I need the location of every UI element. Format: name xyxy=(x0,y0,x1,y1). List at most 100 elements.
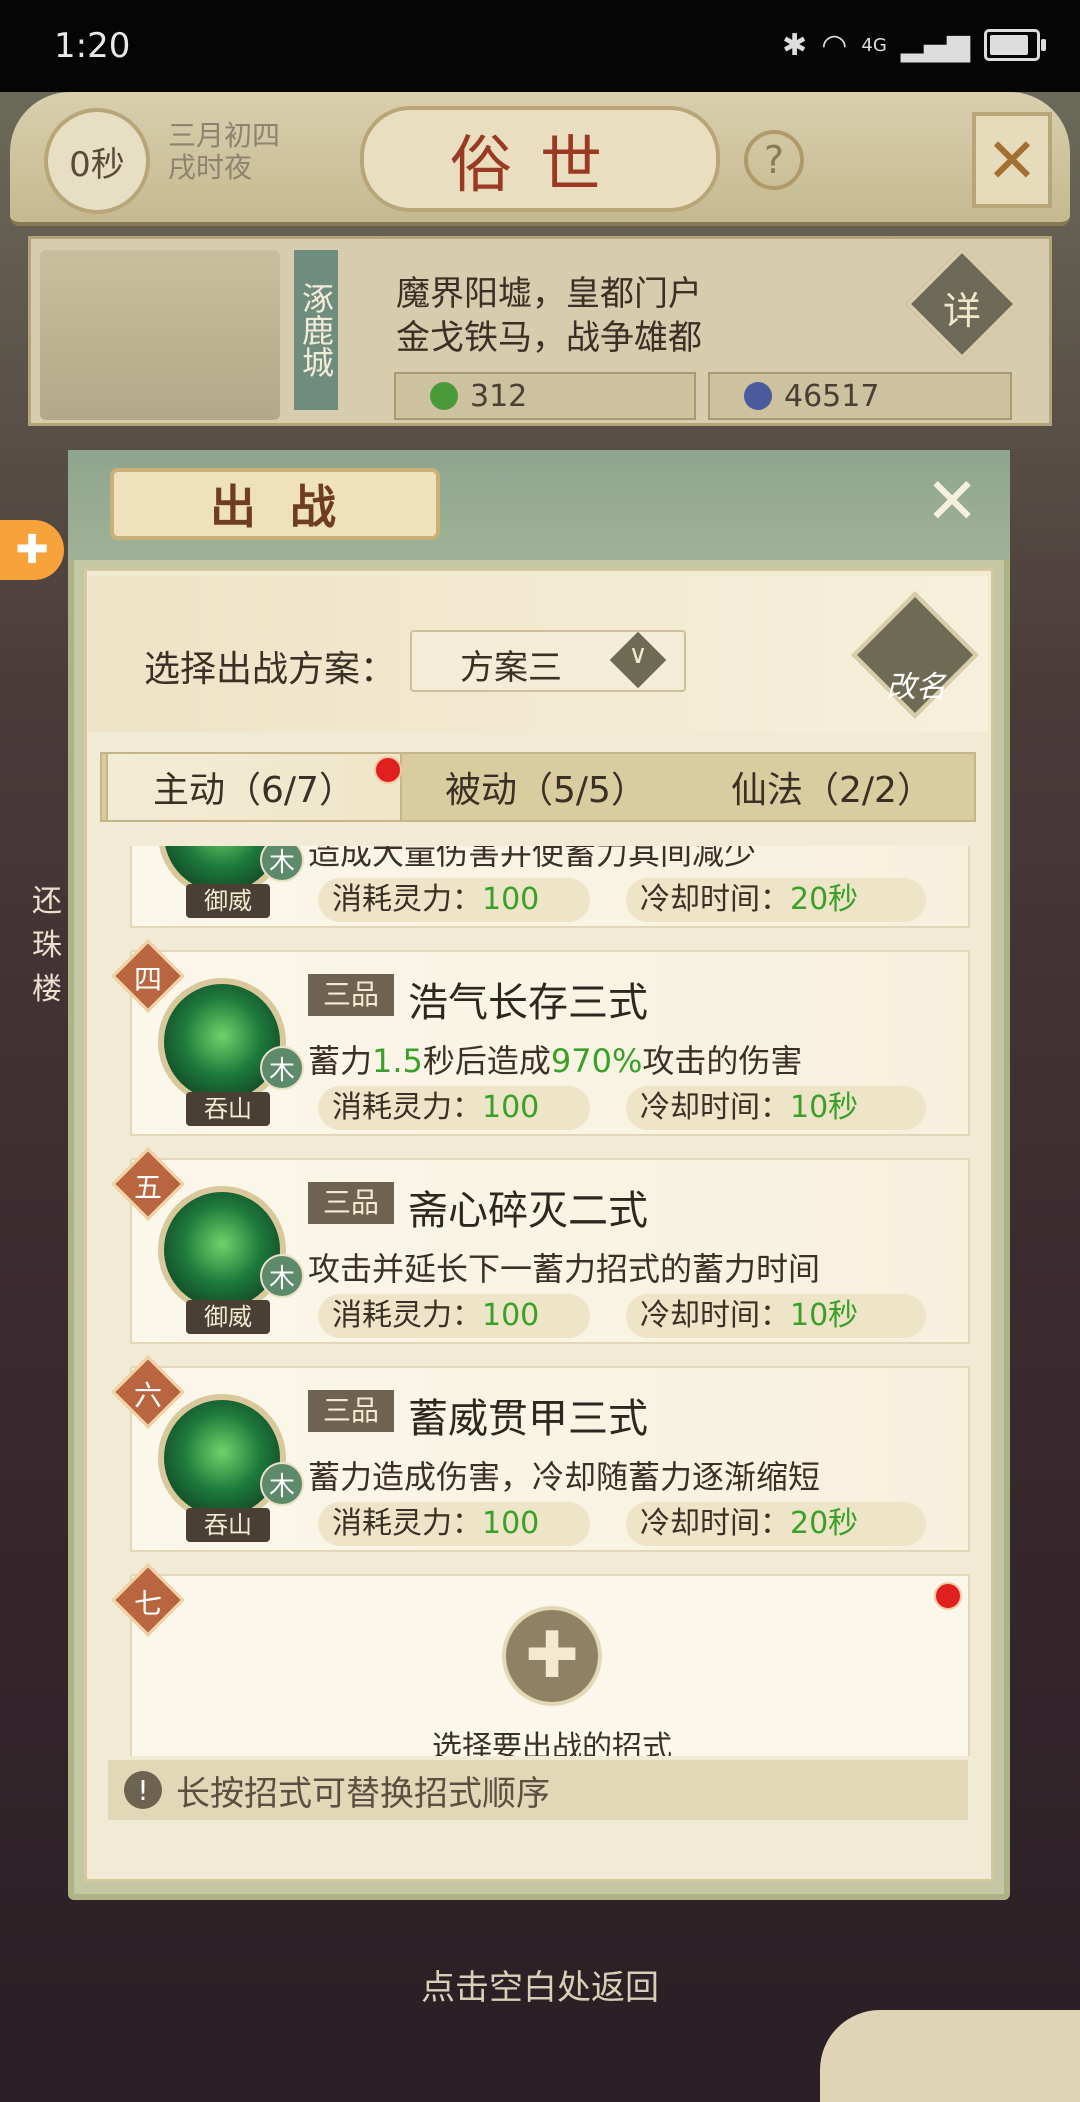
tab-active-label: 主动（6/7） xyxy=(153,770,355,811)
gamepad-icon: ✚ xyxy=(15,527,49,573)
skill-card[interactable]: 四 木 吞山 三品 浩气长存三式 蓄力1.5秒后造成970%攻击的伤害 消耗灵力… xyxy=(111,939,970,1136)
slot-number: 六 xyxy=(133,1379,162,1412)
skill-name: 蓄威贯甲三式 xyxy=(408,1396,648,1442)
cost-label: 消耗灵力： xyxy=(332,1506,482,1541)
skill-name: 斋心碎灭二式 xyxy=(408,1188,648,1234)
rename-label[interactable]: 改名 xyxy=(866,662,966,706)
grade-badge: 三品 xyxy=(308,1390,394,1432)
cd-value: 10秒 xyxy=(790,1090,859,1125)
sect-label: 吞山 xyxy=(186,1508,270,1542)
resource-coin: 46517 xyxy=(708,372,1012,420)
skill-icon xyxy=(158,978,286,1106)
status-icons: ✱ ◠ 4G ▂▄▆ xyxy=(782,22,1046,68)
empty-slot-label: 选择要出战的招式 xyxy=(432,1730,672,1756)
cd-label: 冷却时间： xyxy=(640,1506,790,1541)
desc-part: 攻击的伤害 xyxy=(642,1042,803,1080)
status-bar: 1:20 ✱ ◠ 4G ▂▄▆ xyxy=(0,0,1080,92)
battery-icon xyxy=(984,29,1046,61)
desc-value: 1.5 xyxy=(372,1042,423,1080)
date-line1: 三月初四 xyxy=(168,119,281,152)
element-badge: 木 xyxy=(260,1254,304,1298)
cd-value: 20秒 xyxy=(790,1506,859,1541)
tab-passive-skills[interactable]: 被动（5/5） xyxy=(404,752,688,822)
slot-number: 七 xyxy=(133,1587,162,1620)
status-time: 1:20 xyxy=(54,26,131,66)
tab-passive-label: 被动（5/5） xyxy=(445,770,647,811)
cd-label: 冷却时间： xyxy=(640,1090,790,1125)
sect-label: 御威 xyxy=(186,884,270,918)
desc-part: 蓄力 xyxy=(308,1042,373,1080)
empty-skill-slot[interactable]: 七 ✚ 选择要出战的招式 xyxy=(111,1563,970,1756)
cost-label: 消耗灵力： xyxy=(332,1090,482,1125)
skill-card[interactable]: 木 御威 造成大量伤害并使蓄力其间减少 消耗灵力：100 冷却时间：20秒 xyxy=(130,846,970,928)
skill-cooldown: 冷却时间：10秒 xyxy=(626,1294,926,1338)
add-skill-button[interactable]: ✚ xyxy=(502,1606,602,1706)
hint-text: 长按招式可替换招式顺序 xyxy=(176,1773,550,1814)
top-close-button[interactable]: ✕ xyxy=(972,112,1052,208)
side-building-label[interactable]: 还珠楼 xyxy=(32,880,72,1012)
element-badge: 木 xyxy=(260,1046,304,1090)
dialog-title: 出战 xyxy=(110,468,440,540)
cd-value: 10秒 xyxy=(790,1298,859,1333)
city-detail-label[interactable]: 详 xyxy=(922,280,1002,335)
close-icon: ✕ xyxy=(986,123,1038,197)
tab-spells-label: 仙法（2/2） xyxy=(731,770,933,811)
skill-cost: 消耗灵力：100 xyxy=(318,1086,590,1130)
city-desc-line2: 金戈铁马，战争雄都 xyxy=(396,318,702,358)
resource-jade-value: 312 xyxy=(470,378,528,414)
tab-spells[interactable]: 仙法（2/2） xyxy=(690,752,974,822)
skill-list[interactable]: 木 御威 造成大量伤害并使蓄力其间减少 消耗灵力：100 冷却时间：20秒 四 … xyxy=(100,846,976,1756)
tab-active-skills[interactable]: 主动（6/7） xyxy=(106,752,402,822)
coin-icon xyxy=(744,382,772,410)
skill-cost: 消耗灵力：100 xyxy=(318,1294,590,1338)
skill-desc: 蓄力1.5秒后造成970%攻击的伤害 xyxy=(308,1036,802,1082)
info-icon: ! xyxy=(124,1771,162,1809)
skill-desc: 造成大量伤害并使蓄力其间减少 xyxy=(308,846,757,872)
cost-value: 100 xyxy=(482,1298,540,1333)
cost-value: 100 xyxy=(482,1090,540,1125)
plan-label: 选择出战方案： xyxy=(144,649,397,690)
jade-icon xyxy=(430,382,458,410)
hint-bar: ! 长按招式可替换招式顺序 xyxy=(108,1760,968,1820)
resource-jade: 312 xyxy=(394,372,696,420)
skill-cost: 消耗灵力：100 xyxy=(318,878,590,922)
skill-cooldown: 冷却时间：20秒 xyxy=(626,1502,926,1546)
skill-icon xyxy=(158,1186,286,1314)
city-illustration xyxy=(40,250,280,420)
skill-cooldown: 冷却时间：20秒 xyxy=(626,878,926,922)
timer-badge: 0秒 xyxy=(44,108,150,214)
close-icon: ✕ xyxy=(925,465,979,539)
skill-card[interactable]: 六 木 吞山 三品 蓄威贯甲三式 蓄力造成伤害，冷却随蓄力逐渐缩短 消耗灵力：1… xyxy=(111,1355,970,1552)
cd-value: 20秒 xyxy=(790,882,859,917)
cost-value: 100 xyxy=(482,882,540,917)
element-badge: 木 xyxy=(260,1462,304,1506)
notification-dot xyxy=(934,1582,962,1610)
cd-label: 冷却时间： xyxy=(640,882,790,917)
city-desc-line1: 魔界阳墟，皇都门户 xyxy=(396,274,702,314)
signal-icon: ▂▄▆ xyxy=(900,27,970,63)
cd-label: 冷却时间： xyxy=(640,1298,790,1333)
plan-select-value[interactable]: 方案三 xyxy=(460,640,562,689)
help-icon[interactable]: ? xyxy=(744,130,804,190)
city-name: 涿鹿城 xyxy=(294,250,338,410)
notification-dot xyxy=(374,756,402,784)
grade-badge: 三品 xyxy=(308,974,394,1016)
date-text: 三月初四 戌时夜 xyxy=(168,120,308,184)
skill-cooldown: 冷却时间：10秒 xyxy=(626,1086,926,1130)
skill-icon xyxy=(158,1394,286,1522)
grade-badge: 三品 xyxy=(308,1182,394,1224)
dialog-close-button[interactable]: ✕ xyxy=(922,470,982,534)
sect-label: 御威 xyxy=(186,1300,270,1334)
signal-label: 4G xyxy=(861,34,887,56)
back-hint[interactable]: 点击空白处返回 xyxy=(0,1960,1080,2009)
bluetooth-icon: ✱ xyxy=(782,27,808,63)
skill-card[interactable]: 五 木 御威 三品 斋心碎灭二式 攻击并延长下一蓄力招式的蓄力时间 消耗灵力：1… xyxy=(111,1147,970,1344)
skill-desc: 蓄力造成伤害，冷却随蓄力逐渐缩短 xyxy=(308,1458,821,1496)
slot-number: 四 xyxy=(133,963,162,996)
skill-cost: 消耗灵力：100 xyxy=(318,1502,590,1546)
date-line2: 戌时夜 xyxy=(168,151,253,184)
cost-value: 100 xyxy=(482,1506,540,1541)
slot-number: 五 xyxy=(133,1171,162,1204)
resource-coin-value: 46517 xyxy=(784,378,880,414)
chevron-down-icon: ∨ xyxy=(628,640,648,670)
